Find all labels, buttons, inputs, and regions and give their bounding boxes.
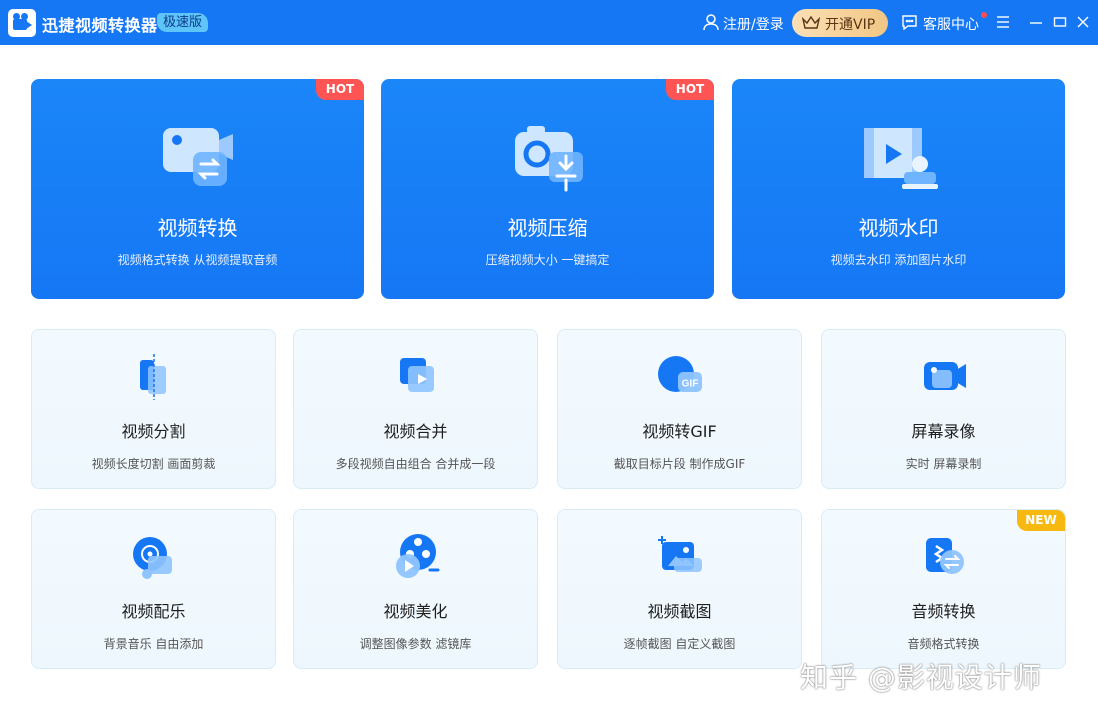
video-music-card[interactable]: 视频配乐 背景音乐 自由添加 bbox=[31, 509, 276, 669]
new-badge: NEW bbox=[1017, 510, 1065, 531]
menu-icon[interactable] bbox=[996, 15, 1010, 29]
card-desc: 背景音乐 自由添加 bbox=[103, 637, 204, 651]
chat-icon[interactable] bbox=[901, 14, 918, 30]
title-bar: 迅捷视频转换器 极速版 注册/登录 开通VIP 客服中心 bbox=[0, 0, 1098, 45]
audio-convert-card[interactable]: NEW 音频转换 音频格式转换 bbox=[821, 509, 1066, 669]
card-title: 视频截图 bbox=[647, 602, 712, 621]
app-logo-icon bbox=[8, 9, 36, 37]
video-convert-card[interactable]: HOT 视频转换 视频格式转换 从视频提取音频 bbox=[31, 79, 364, 299]
video-merge-card[interactable]: 视频合并 多段视频自由组合 合并成一段 bbox=[293, 329, 538, 489]
notification-dot bbox=[981, 12, 987, 18]
card-desc: 逐帧截图 自定义截图 bbox=[623, 637, 736, 651]
card-desc: 调整图像参数 滤镜库 bbox=[359, 637, 472, 651]
film-reel-icon bbox=[396, 534, 440, 578]
screen-record-card[interactable]: 屏幕录像 实时 屏幕录制 bbox=[821, 329, 1066, 489]
card-title: 视频分割 bbox=[121, 422, 186, 441]
hot-badge: HOT bbox=[666, 79, 714, 100]
video-merge-icon bbox=[400, 358, 434, 392]
card-title: 视频水印 bbox=[858, 216, 939, 240]
gif-icon-label: GIF bbox=[682, 379, 699, 390]
image-capture-icon bbox=[658, 536, 702, 572]
card-title: 视频转换 bbox=[157, 216, 238, 240]
maximize-icon[interactable] bbox=[1053, 15, 1067, 29]
user-icon[interactable] bbox=[702, 13, 720, 31]
card-title: 音频转换 bbox=[911, 602, 976, 621]
watermark-text: 知乎 @影视设计师 bbox=[800, 661, 1042, 694]
crown-icon bbox=[802, 15, 820, 29]
video-split-card[interactable]: 视频分割 视频长度切割 画面剪裁 bbox=[31, 329, 276, 489]
video-beautify-card[interactable]: 视频美化 调整图像参数 滤镜库 bbox=[293, 509, 538, 669]
card-desc: 视频去水印 添加图片水印 bbox=[830, 253, 967, 267]
video-watermark-card[interactable]: 视频水印 视频去水印 添加图片水印 bbox=[732, 79, 1065, 299]
minimize-icon[interactable] bbox=[1029, 15, 1043, 29]
card-desc: 实时 屏幕录制 bbox=[905, 457, 982, 471]
screen-record-icon bbox=[924, 362, 966, 390]
video-compress-card[interactable]: HOT 视频压缩 压缩视频大小 一键搞定 bbox=[381, 79, 714, 299]
card-desc: 截取目标片段 制作成GIF bbox=[613, 457, 746, 471]
video-music-icon bbox=[133, 537, 172, 579]
video-screenshot-card[interactable]: 视频截图 逐帧截图 自定义截图 bbox=[557, 509, 802, 669]
card-desc: 音频格式转换 bbox=[907, 637, 980, 651]
card-title: 视频合并 bbox=[383, 422, 448, 441]
vip-button[interactable]: 开通VIP bbox=[792, 9, 888, 37]
video-watermark-icon bbox=[864, 128, 938, 189]
card-title: 视频美化 bbox=[383, 602, 448, 621]
customer-service-link[interactable]: 客服中心 bbox=[923, 14, 979, 34]
vip-label: 开通VIP bbox=[825, 17, 876, 33]
hot-badge: HOT bbox=[316, 79, 364, 100]
card-title: 视频配乐 bbox=[121, 602, 186, 621]
card-title: 视频压缩 bbox=[507, 216, 588, 240]
card-desc: 视频格式转换 从视频提取音频 bbox=[117, 253, 278, 267]
video-split-icon bbox=[140, 354, 166, 400]
audio-convert-icon bbox=[926, 538, 964, 574]
card-title: 屏幕录像 bbox=[911, 422, 976, 441]
app-title: 迅捷视频转换器 bbox=[42, 16, 158, 35]
video-compress-icon bbox=[515, 126, 583, 192]
video-to-gif-card[interactable]: GIF 视频转GIF 截取目标片段 制作成GIF bbox=[557, 329, 802, 489]
gif-icon: GIF bbox=[658, 356, 702, 392]
card-desc: 视频长度切割 画面剪裁 bbox=[91, 457, 216, 471]
edition-badge: 极速版 bbox=[157, 13, 209, 32]
card-desc: 多段视频自由组合 合并成一段 bbox=[335, 457, 496, 471]
close-icon[interactable] bbox=[1076, 15, 1090, 29]
card-title: 视频转GIF bbox=[642, 422, 717, 441]
video-convert-icon bbox=[163, 128, 233, 186]
card-desc: 压缩视频大小 一键搞定 bbox=[485, 253, 610, 267]
login-link[interactable]: 注册/登录 bbox=[723, 14, 784, 34]
